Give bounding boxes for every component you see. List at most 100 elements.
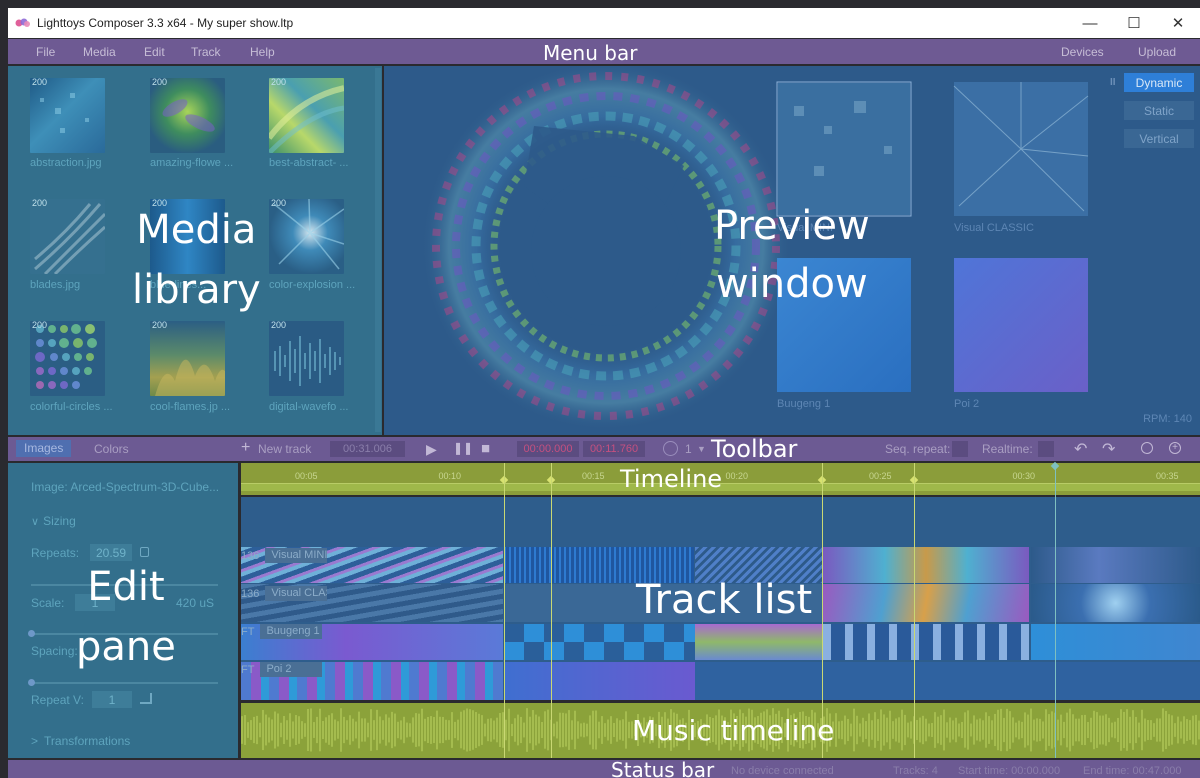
seq-repeat-label: Seq. repeat: xyxy=(885,442,951,456)
redo-icon[interactable]: ↷ xyxy=(1102,439,1115,459)
repeats-input[interactable]: 20.59 xyxy=(90,544,132,561)
clip-visual-classic-3[interactable] xyxy=(823,584,1029,622)
signal-bars-icon[interactable] xyxy=(140,693,152,704)
track-label-buugeng[interactable]: FT Buugeng 1 xyxy=(241,623,323,640)
mode-static-button[interactable]: Static xyxy=(1124,101,1194,120)
minimize-button[interactable]: — xyxy=(1068,8,1112,38)
music-timeline[interactable] xyxy=(241,703,1200,758)
transformations-section-toggle[interactable]: > Transformations xyxy=(31,734,130,748)
zoom-in-icon[interactable]: + xyxy=(1169,442,1181,454)
menu-track[interactable]: Track xyxy=(191,45,221,59)
seq-repeat-checkbox[interactable] xyxy=(952,441,968,457)
spacing-slider[interactable] xyxy=(31,682,218,684)
media-filename: cool-flames.jp ... xyxy=(150,401,231,413)
start-time-status: Start time: 00:00.000 xyxy=(958,765,1061,777)
undo-icon[interactable]: ↶ xyxy=(1074,439,1087,459)
pause-button[interactable]: ❚❚ xyxy=(453,441,473,455)
repeat-v-label: Repeat V: xyxy=(31,693,84,707)
play-button[interactable]: ▶ xyxy=(426,441,437,458)
track-label-visual-mini[interactable]: 136 Visual MINI xyxy=(241,547,328,564)
title-bar: Lighttoys Composer 3.3 x64 - My super sh… xyxy=(8,8,1200,38)
new-track-button[interactable]: New track xyxy=(258,442,311,456)
sizing-section-toggle[interactable]: ∨ Sizing xyxy=(31,514,76,528)
maximize-button[interactable]: ☐ xyxy=(1112,8,1156,38)
scale-input[interactable]: 1 xyxy=(75,594,115,611)
menu-help[interactable]: Help xyxy=(250,45,275,59)
media-filename: amazing-flowe ... xyxy=(150,157,234,169)
preview-pause-icon[interactable]: II xyxy=(1110,77,1116,88)
chevron-right-icon: > xyxy=(31,734,39,748)
media-thumb-blue-lines[interactable]: 200 xyxy=(150,199,225,274)
clip-poi-2[interactable] xyxy=(504,662,695,700)
mode-dynamic-button[interactable]: Dynamic xyxy=(1124,73,1194,92)
spacing-slider-knob[interactable] xyxy=(28,679,35,686)
lock-icon[interactable] xyxy=(140,547,149,557)
mode-vertical-button[interactable]: Vertical xyxy=(1124,129,1194,148)
preview-label-visual-mini: Visual MINI xyxy=(777,222,834,234)
chevron-down-icon[interactable]: ▼ xyxy=(697,444,706,454)
clip-visual-mini-4[interactable] xyxy=(823,547,1029,583)
clip-buugeng-5[interactable] xyxy=(1031,624,1200,660)
clip-visual-mini-2[interactable] xyxy=(504,547,694,583)
section-marker[interactable] xyxy=(504,463,505,758)
media-scrollbar[interactable] xyxy=(375,68,381,432)
clip-poi-3[interactable] xyxy=(695,662,1200,700)
repeat-v-input[interactable]: 1 xyxy=(92,691,132,708)
timeline-tick-label: 00:10 xyxy=(438,471,462,481)
timeline-tick-label: 00:25 xyxy=(869,471,892,481)
image-name-label: Image: Arced-Spectrum-3D-Cube... xyxy=(31,480,220,494)
end-time-display[interactable]: 00:11.760 xyxy=(583,441,645,457)
clip-visual-classic-4[interactable] xyxy=(1031,584,1200,622)
menu-edit[interactable]: Edit xyxy=(144,45,165,59)
media-thumb-colorful-circles[interactable]: 200 xyxy=(30,321,105,396)
tab-images[interactable]: Images xyxy=(16,440,72,457)
track-label-visual-classic[interactable]: 136Visual CLASSIC xyxy=(241,585,328,602)
media-thumb-blades[interactable]: 200 xyxy=(30,199,105,274)
media-thumb-color-explosion[interactable]: 200 xyxy=(269,199,344,274)
loop-count[interactable]: 1 xyxy=(685,442,692,456)
zoom-out-icon[interactable] xyxy=(1141,442,1153,454)
menu-media[interactable]: Media xyxy=(83,45,116,59)
clip-buugeng-2[interactable] xyxy=(504,624,695,660)
repeats-label: Repeats: xyxy=(31,546,80,560)
menu-file[interactable]: File xyxy=(36,45,55,59)
plus-icon[interactable]: + xyxy=(241,439,250,457)
menu-devices[interactable]: Devices xyxy=(1061,45,1104,59)
toolbar: Images Colors + New track 00:31.006 ▶ ❚❚… xyxy=(8,437,1200,461)
scale-label: Scale: xyxy=(31,596,65,610)
media-thumb-digital-waveform[interactable]: 200 xyxy=(269,321,344,396)
media-thumb-amazing-flower[interactable]: 200 xyxy=(150,78,225,153)
media-thumb-cool-flames[interactable]: 200 xyxy=(150,321,225,396)
clip-visual-mini-5[interactable] xyxy=(1031,547,1200,583)
repeats-slider[interactable] xyxy=(31,584,218,586)
realtime-checkbox[interactable] xyxy=(1038,441,1054,457)
section-marker[interactable] xyxy=(822,463,823,758)
preview-label-buugeng: Buugeng 1 xyxy=(777,398,831,410)
media-count: 200 xyxy=(32,321,48,330)
section-marker[interactable] xyxy=(914,463,915,758)
app-logo-icon xyxy=(15,17,31,29)
start-time-display[interactable]: 00:00.000 xyxy=(517,441,579,457)
tab-colors[interactable]: Colors xyxy=(94,442,129,456)
tracks-count: Tracks: 4 xyxy=(893,765,938,777)
section-marker[interactable] xyxy=(551,463,552,758)
menu-upload[interactable]: Upload xyxy=(1138,45,1176,59)
window-title: Lighttoys Composer 3.3 x64 - My super sh… xyxy=(37,16,294,30)
scale-slider-knob[interactable] xyxy=(28,630,35,637)
media-thumb-abstraction[interactable]: 200 xyxy=(30,78,105,153)
track-label-poi[interactable]: FT Poi 2 xyxy=(241,661,323,678)
preview-label-poi: Poi 2 xyxy=(954,398,980,410)
spacing-label: Spacing: xyxy=(31,644,78,658)
media-count: 200 xyxy=(271,78,287,87)
clip-buugeng-4[interactable] xyxy=(823,624,1029,660)
stop-button[interactable]: ■ xyxy=(481,440,490,457)
clip-buugeng-3[interactable] xyxy=(695,624,823,660)
media-thumb-best-abstract[interactable]: 200 xyxy=(269,78,344,153)
media-filename: colorful-circles ... xyxy=(30,401,113,413)
playhead[interactable] xyxy=(1055,463,1056,758)
timeline-tick-label: 00:20 xyxy=(725,471,749,481)
clip-visual-mini-3[interactable] xyxy=(695,547,823,583)
scale-slider[interactable] xyxy=(31,633,218,635)
close-button[interactable]: ✕ xyxy=(1156,8,1200,38)
loop-icon[interactable] xyxy=(663,441,678,456)
